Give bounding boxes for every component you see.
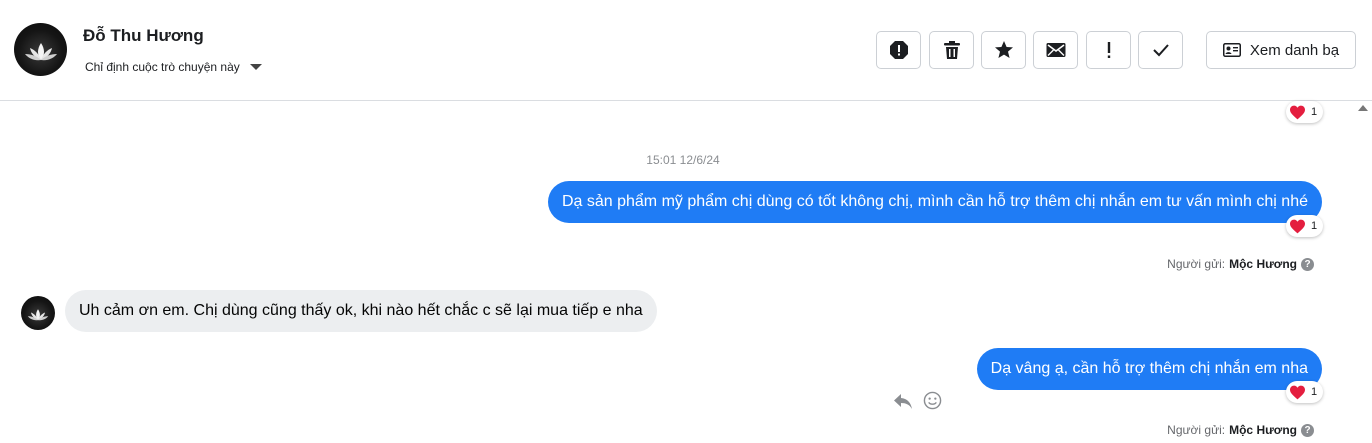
message-timestamp: 15:01 12/6/24 [646,153,720,167]
contact-avatar-small[interactable] [21,296,55,330]
contact-card-icon [1222,43,1241,57]
message-actions [893,391,942,410]
trash-icon [943,41,960,59]
sender-prefix: Người gửi: [1167,257,1226,271]
sender-name: Mộc Hương [1229,257,1297,271]
mark-spam-button[interactable] [876,31,921,69]
scrollbar[interactable] [1354,101,1372,443]
mark-unread-button[interactable] [1033,31,1078,69]
message-thread: 1 15:01 12/6/24 Dạ sản phẩm mỹ phẩm chị … [0,101,1350,443]
sender-prefix: Người gửi: [1167,423,1226,437]
emoji-react-icon[interactable] [923,391,942,410]
help-icon[interactable]: ? [1301,257,1314,271]
help-icon[interactable]: ? [1301,423,1314,437]
scroll-up-arrow-icon[interactable] [1358,105,1368,111]
sender-info: Người gửi: Mộc Hương ? [1167,423,1314,437]
heart-icon [1290,219,1305,233]
heart-icon [1290,105,1305,119]
done-button[interactable] [1138,31,1183,69]
outgoing-message[interactable]: Dạ sản phẩm mỹ phẩm chị dùng có tốt khôn… [547,181,1322,223]
reaction-badge[interactable]: 1 [1286,215,1324,237]
assign-conversation-dropdown[interactable]: Chỉ định cuộc trò chuyện này [85,60,262,74]
reaction-count: 1 [1311,106,1318,118]
contact-name: Đỗ Thu Hương [83,26,204,45]
exclamation-icon [1107,42,1110,58]
reaction-count: 1 [1311,220,1318,232]
outgoing-message[interactable]: Dạ vâng ạ, cần hỗ trợ thêm chị nhắn em n… [976,348,1322,390]
heart-icon [1290,385,1305,399]
alert-octagon-icon [889,41,908,59]
conversation-header: Đỗ Thu Hương Chỉ định cuộc trò chuyện nà… [0,0,1372,101]
contact-avatar[interactable] [14,23,67,76]
caret-down-icon [249,64,262,70]
assign-label: Chỉ định cuộc trò chuyện này [85,60,240,74]
envelope-icon [1046,43,1065,57]
reply-icon[interactable] [893,392,913,410]
reaction-badge[interactable]: 1 [1286,381,1324,403]
star-icon [994,41,1013,58]
view-contacts-button[interactable]: Xem danh bạ [1206,31,1356,69]
view-contacts-label: Xem danh bạ [1249,41,1340,59]
reaction-badge[interactable]: 1 [1286,101,1324,123]
sender-name: Mộc Hương [1229,423,1297,437]
reaction-count: 1 [1311,386,1318,398]
lotus-icon [24,43,57,61]
sender-info: Người gửi: Mộc Hương ? [1167,257,1314,271]
incoming-message[interactable]: Uh cảm ơn em. Chị dùng cũng thấy ok, khi… [65,290,657,332]
check-icon [1152,44,1169,57]
lotus-icon [27,308,49,320]
important-button[interactable] [1086,31,1131,69]
delete-button[interactable] [929,31,974,69]
star-button[interactable] [981,31,1026,69]
